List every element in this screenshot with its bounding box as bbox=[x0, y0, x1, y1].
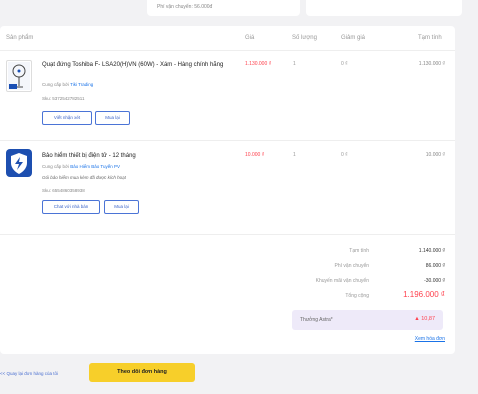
col-qty: Số lượng bbox=[292, 35, 317, 41]
shipping-discount-value: -30.000 ₫ bbox=[424, 278, 445, 284]
col-price: Giá bbox=[245, 35, 255, 41]
shield-icon bbox=[6, 149, 32, 177]
product-thumbnail-insurance[interactable] bbox=[6, 149, 32, 177]
col-subtotal: Tạm tính bbox=[418, 35, 442, 41]
shipping-info-card: Phí vận chuyển: 56.000đ bbox=[147, 0, 300, 16]
supplier-line: Cung cấp bởi Tiki Trading bbox=[42, 82, 93, 87]
chat-seller-button[interactable]: Chat với nhà bán bbox=[42, 200, 100, 214]
shipping-discount-label: Khuyến mãi vận chuyển bbox=[315, 278, 369, 284]
astra-value: 10,87 bbox=[421, 316, 435, 322]
supplier-prefix: Cung cấp bởi bbox=[42, 164, 69, 169]
supplier-link[interactable]: Bảo Hiểm Bảo Tuyến PV bbox=[70, 164, 120, 169]
write-review-button[interactable]: Viết nhận xét bbox=[42, 111, 92, 125]
payment-info-card bbox=[306, 0, 462, 16]
price: 10.000 ₫ bbox=[245, 152, 265, 158]
row-subtotal: 1.130.000 ₫ bbox=[418, 61, 445, 67]
subtotal-value: 1.140.000 ₫ bbox=[418, 248, 445, 254]
discount: 0 ₫ bbox=[341, 152, 348, 158]
product-sku: Sku: 5372542782511 bbox=[42, 96, 85, 101]
table-row: Bảo hiểm thiết bị điện tử - 12 tháng Cun… bbox=[0, 144, 455, 239]
shipping-value: 86.000 ₫ bbox=[425, 263, 445, 269]
astra-reward-box: Thưởng Astra* ▲ 10,87 bbox=[292, 310, 443, 330]
buy-again-button[interactable]: Mua lại bbox=[95, 111, 130, 125]
back-to-orders-link[interactable]: << Quay lại đơn hàng của tôi bbox=[0, 371, 58, 376]
order-items-panel: Sản phẩm Giá Số lượng Giảm giá Tạm tính … bbox=[0, 26, 455, 354]
supplier-link[interactable]: Tiki Trading bbox=[70, 82, 93, 87]
insurance-activated-note: Gói bảo hiểm mua kèm đã được kích hoạt bbox=[42, 175, 126, 180]
buy-again-button[interactable]: Mua lại bbox=[104, 200, 139, 214]
discount: 0 ₫ bbox=[341, 61, 348, 67]
row-divider bbox=[0, 140, 455, 141]
shipping-fee-note: Phí vận chuyển: 56.000đ bbox=[157, 4, 213, 10]
supplier-line: Cung cấp bởi Bảo Hiểm Bảo Tuyến PV bbox=[42, 164, 120, 169]
astra-value-group: ▲ 10,87 bbox=[414, 316, 435, 322]
product-name-link[interactable]: Quạt đứng Toshiba F- LSA20(H)VN (60W) - … bbox=[42, 61, 232, 70]
row-subtotal: 10.000 ₫ bbox=[425, 152, 445, 158]
astra-icon: ▲ bbox=[414, 316, 420, 322]
shipping-label: Phí vận chuyển bbox=[334, 263, 369, 269]
total-value: 1.196.000 ₫ bbox=[403, 290, 445, 299]
table-header: Sản phẩm Giá Số lượng Giảm giá Tạm tính bbox=[0, 26, 455, 51]
fan-icon bbox=[8, 62, 30, 90]
table-row: Quạt đứng Toshiba F- LSA20(H)VN (60W) - … bbox=[0, 54, 455, 144]
track-order-button[interactable]: Theo dõi đơn hàng bbox=[89, 363, 195, 382]
product-thumbnail-fan[interactable] bbox=[6, 60, 32, 92]
quantity: 1 bbox=[293, 152, 296, 158]
astra-label: Thưởng Astra* bbox=[300, 317, 333, 323]
view-invoice-link[interactable]: Xem hóa đơn bbox=[415, 336, 445, 342]
product-name-link[interactable]: Bảo hiểm thiết bị điện tử - 12 tháng bbox=[42, 152, 232, 161]
col-product: Sản phẩm bbox=[6, 35, 34, 41]
supplier-prefix: Cung cấp bởi bbox=[42, 82, 69, 87]
quantity: 1 bbox=[293, 61, 296, 67]
row-divider bbox=[0, 234, 455, 235]
subtotal-label: Tạm tính bbox=[349, 248, 369, 254]
total-label: Tổng cộng bbox=[345, 293, 369, 299]
product-sku: Sku: 6554860358938 bbox=[42, 188, 85, 193]
col-discount: Giảm giá bbox=[341, 35, 366, 41]
price: 1.130.000 ₫ bbox=[245, 61, 272, 67]
